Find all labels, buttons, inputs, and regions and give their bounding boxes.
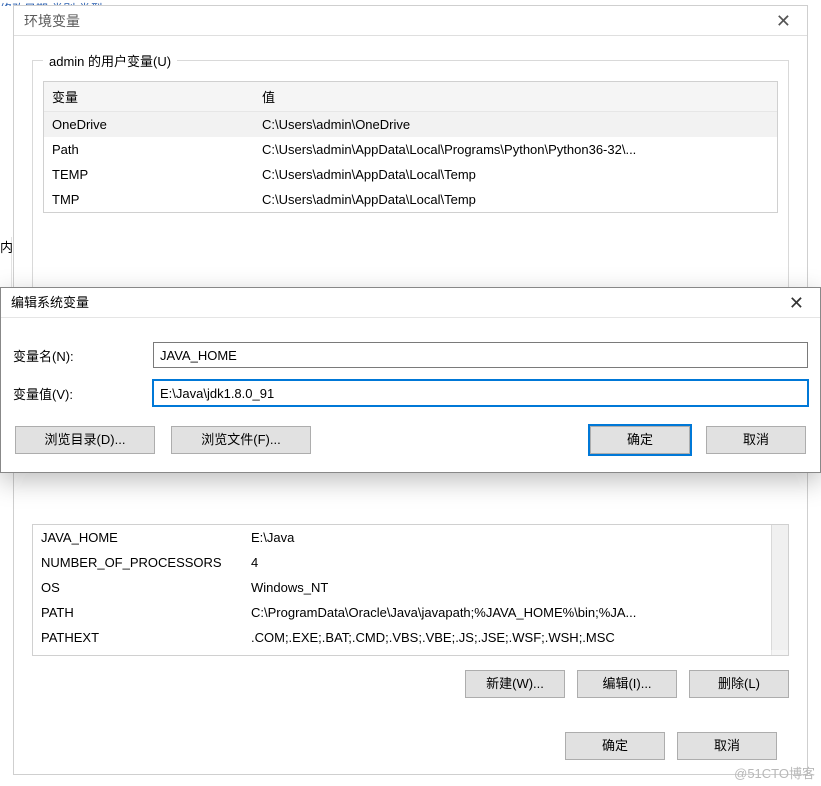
cancel-button[interactable]: 取消 xyxy=(706,426,806,454)
cell-var-value: C:\Users\admin\AppData\Local\Programs\Py… xyxy=(254,137,777,162)
browse-file-button[interactable]: 浏览文件(F)... xyxy=(171,426,311,454)
table-row[interactable]: Path C:\Users\admin\AppData\Local\Progra… xyxy=(44,137,777,162)
cell-var-value: C:\Users\admin\AppData\Local\Temp xyxy=(254,187,777,212)
cell-var-name: PATHEXT xyxy=(33,625,243,650)
new-button[interactable]: 新建(W)... xyxy=(465,670,565,698)
table-row[interactable]: OneDrive C:\Users\admin\OneDrive xyxy=(44,112,777,137)
cell-var-value: C:\ProgramData\Oracle\Java\javapath;%JAV… xyxy=(243,600,771,625)
cell-var-name: OneDrive xyxy=(44,112,254,137)
left-fragment: 内 xyxy=(0,237,12,287)
cell-var-name: JAVA_HOME xyxy=(33,525,243,550)
system-variables-table[interactable]: JAVA_HOME E:\Java NUMBER_OF_PROCESSORS 4… xyxy=(32,524,789,656)
user-vars-body: OneDrive C:\Users\admin\OneDrive Path C:… xyxy=(44,112,777,212)
cell-var-name: OS xyxy=(33,575,243,600)
user-variables-group-label: admin 的用户变量(U) xyxy=(43,51,177,70)
col-header-var: 变量 xyxy=(44,82,254,111)
watermark: @51CTO博客 xyxy=(734,763,815,782)
var-value-input[interactable] xyxy=(153,380,808,406)
cell-var-value: Windows_NT xyxy=(243,575,771,600)
edit-system-variable-dialog: 编辑系统变量 ✕ 变量名(N): 变量值(V): 浏览目录(D)... 浏览文件… xyxy=(0,287,821,473)
table-row[interactable]: TMP C:\Users\admin\AppData\Local\Temp xyxy=(44,187,777,212)
table-row[interactable]: JAVA_HOME E:\Java xyxy=(33,525,788,550)
dialog-action-buttons: 确定 取消 xyxy=(14,698,807,760)
table-row[interactable]: PATHEXT .COM;.EXE;.BAT;.CMD;.VBS;.VBE;.J… xyxy=(33,625,788,650)
cell-var-value: .COM;.EXE;.BAT;.CMD;.VBS;.VBE;.JS;.JSE;.… xyxy=(243,625,771,650)
cancel-button[interactable]: 取消 xyxy=(677,732,777,760)
edit-button[interactable]: 编辑(I)... xyxy=(577,670,677,698)
cell-var-name: NUMBER_OF_PROCESSORS xyxy=(33,550,243,575)
delete-button[interactable]: 删除(L) xyxy=(689,670,789,698)
user-variables-table[interactable]: 变量 值 OneDrive C:\Users\admin\OneDrive Pa… xyxy=(43,81,778,213)
edit-dialog-title: 编辑系统变量 xyxy=(11,288,89,318)
browse-dir-button[interactable]: 浏览目录(D)... xyxy=(15,426,155,454)
user-variables-group: admin 的用户变量(U) 变量 值 OneDrive C:\Users\ad… xyxy=(32,60,789,304)
ok-button[interactable]: 确定 xyxy=(565,732,665,760)
table-row[interactable]: OS Windows_NT xyxy=(33,575,788,600)
cell-var-value: AMD64 xyxy=(243,650,771,656)
table-row[interactable]: NUMBER_OF_PROCESSORS 4 xyxy=(33,550,788,575)
close-icon[interactable]: ✕ xyxy=(783,288,810,318)
var-value-label: 变量值(V): xyxy=(13,384,153,403)
close-icon[interactable]: ✕ xyxy=(770,6,797,36)
var-value-row: 变量值(V): xyxy=(1,368,820,406)
system-variables-buttons: 新建(W)... 编辑(I)... 删除(L) xyxy=(14,656,807,698)
var-name-row: 变量名(N): xyxy=(1,318,820,368)
cell-var-name: TEMP xyxy=(44,162,254,187)
edit-dialog-buttons: 浏览目录(D)... 浏览文件(F)... 确定 取消 xyxy=(1,406,820,472)
var-name-label: 变量名(N): xyxy=(13,346,153,365)
env-dialog-title: 环境变量 xyxy=(24,6,80,36)
edit-dialog-titlebar[interactable]: 编辑系统变量 ✕ xyxy=(1,288,820,318)
cell-var-value: E:\Java xyxy=(243,525,771,550)
cell-var-value: 4 xyxy=(243,550,771,575)
scrollbar[interactable] xyxy=(771,525,788,655)
table-row[interactable]: PROCESSOR_ARCHITECTURE AMD64 xyxy=(33,650,788,656)
ok-button[interactable]: 确定 xyxy=(590,426,690,454)
cell-var-name: PROCESSOR_ARCHITECTURE xyxy=(33,650,243,656)
cell-var-value: C:\Users\admin\AppData\Local\Temp xyxy=(254,162,777,187)
var-name-input[interactable] xyxy=(153,342,808,368)
user-vars-header: 变量 值 xyxy=(44,82,777,112)
cell-var-name: PATH xyxy=(33,600,243,625)
cell-var-value: C:\Users\admin\OneDrive xyxy=(254,112,777,137)
table-row[interactable]: PATH C:\ProgramData\Oracle\Java\javapath… xyxy=(33,600,788,625)
cell-var-name: TMP xyxy=(44,187,254,212)
table-row[interactable]: TEMP C:\Users\admin\AppData\Local\Temp xyxy=(44,162,777,187)
env-dialog-titlebar[interactable]: 环境变量 ✕ xyxy=(14,6,807,36)
col-header-val: 值 xyxy=(254,82,777,111)
cell-var-name: Path xyxy=(44,137,254,162)
